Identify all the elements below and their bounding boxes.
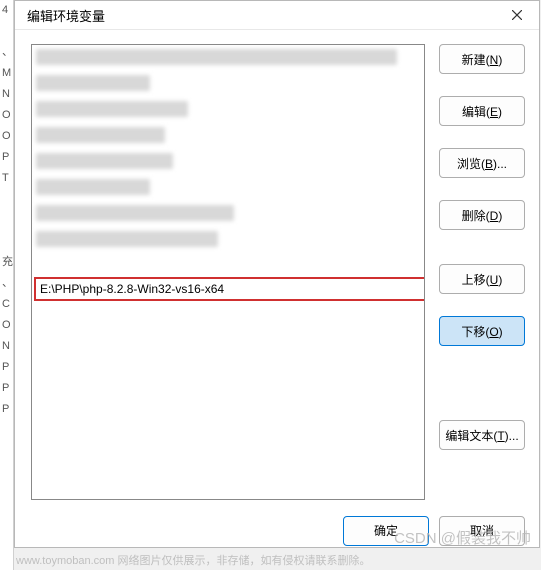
move-down-button[interactable]: 下移(O) xyxy=(439,316,525,346)
dialog-body: E:\PHP\php-8.2.8-Win32-vs16-x64 新建(N) 编辑… xyxy=(15,30,539,514)
watermark-csdn: CSDN @假装我不帅 xyxy=(394,527,531,548)
edit-button[interactable]: 编辑(E) xyxy=(439,96,525,126)
edit-env-dialog: 编辑环境变量 E:\PHP\php-8.2.8-Win32-vs16-x64 新… xyxy=(14,0,540,548)
blurred-entries xyxy=(36,49,416,249)
titlebar: 编辑环境变量 xyxy=(15,1,539,30)
path-listbox[interactable]: E:\PHP\php-8.2.8-Win32-vs16-x64 xyxy=(31,44,425,500)
dialog-title: 编辑环境变量 xyxy=(27,6,503,25)
list-item-value: E:\PHP\php-8.2.8-Win32-vs16-x64 xyxy=(40,282,224,296)
edit-text-button[interactable]: 编辑文本(T)... xyxy=(439,420,525,450)
background-edge: 4 、 M N O O P T 充 、 C O N P P P xyxy=(0,0,14,570)
browse-button[interactable]: 浏览(B)... xyxy=(439,148,525,178)
list-item-selected[interactable]: E:\PHP\php-8.2.8-Win32-vs16-x64 xyxy=(34,277,425,301)
watermark-source: www.toymoban.com 网络图片仅供展示，非存储，如有侵权请联系删除。 xyxy=(16,552,370,568)
delete-button[interactable]: 删除(D) xyxy=(439,200,525,230)
button-column: 新建(N) 编辑(E) 浏览(B)... 删除(D) 上移(U) 下移(O) 编… xyxy=(439,44,525,500)
close-icon[interactable] xyxy=(503,1,531,29)
new-button[interactable]: 新建(N) xyxy=(439,44,525,74)
move-up-button[interactable]: 上移(U) xyxy=(439,264,525,294)
